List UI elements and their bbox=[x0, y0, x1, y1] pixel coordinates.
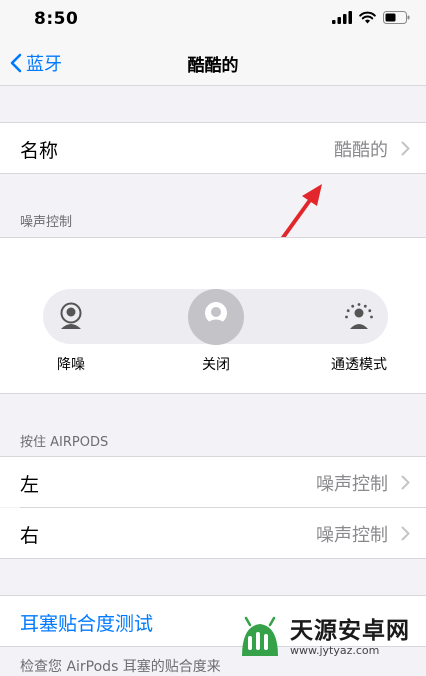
press-hold-right-label: 右 bbox=[20, 525, 40, 547]
watermark-url: www.jytyaz.com bbox=[290, 644, 380, 657]
navigation-bar: 蓝牙 酷酷的 bbox=[0, 40, 426, 86]
press-hold-header: 按住 AIRPODS bbox=[20, 435, 109, 450]
press-hold-left-row[interactable]: 左 噪声控制 bbox=[0, 456, 426, 507]
person-noise-cancel-icon bbox=[60, 302, 82, 329]
status-bar: 8:50 bbox=[0, 0, 426, 40]
battery-icon bbox=[383, 11, 410, 24]
wifi-icon bbox=[359, 11, 376, 24]
name-row-label: 名称 bbox=[20, 140, 59, 162]
noise-control-header: 噪声控制 bbox=[20, 215, 73, 230]
noise-mode-selector bbox=[43, 289, 388, 345]
chevron-right-icon bbox=[401, 526, 410, 541]
name-row-value: 酷酷的 bbox=[334, 140, 388, 161]
page-title: 酷酷的 bbox=[187, 56, 239, 76]
person-off-icon bbox=[205, 302, 227, 331]
press-hold-left-label: 左 bbox=[20, 474, 40, 496]
fit-test-description: 检查您 AirPods 耳塞的贴合度来 bbox=[20, 659, 221, 675]
transparency-mode[interactable] bbox=[331, 289, 387, 345]
person-transparency-icon bbox=[345, 303, 373, 329]
ear-tip-fit-test-link[interactable]: 耳塞贴合度测试 bbox=[20, 609, 153, 636]
noise-mode-label: 关闭 bbox=[202, 357, 230, 373]
cellular-signal-icon bbox=[332, 11, 352, 24]
press-hold-right-value: 噪声控制 bbox=[316, 525, 388, 546]
press-hold-right-row[interactable]: 右 噪声控制 bbox=[0, 508, 426, 559]
chevron-right-icon bbox=[401, 141, 410, 156]
press-hold-left-value: 噪声控制 bbox=[316, 474, 388, 495]
status-icons bbox=[332, 11, 410, 24]
name-row[interactable]: 名称 酷酷的 bbox=[0, 122, 426, 174]
noise-off-mode[interactable] bbox=[188, 289, 244, 345]
noise-cancellation-mode[interactable] bbox=[43, 289, 99, 345]
android-logo-icon bbox=[242, 616, 278, 656]
noise-control-panel: 降噪 关闭 通透模式 bbox=[0, 237, 426, 394]
noise-mode-label: 降噪 bbox=[57, 357, 85, 373]
chevron-right-icon bbox=[401, 475, 410, 490]
watermark-title: 天源安卓网 bbox=[290, 618, 410, 644]
watermark: 天源安卓网 www.jytyaz.com bbox=[236, 612, 426, 663]
noise-mode-label: 通透模式 bbox=[331, 357, 387, 373]
status-time: 8:50 bbox=[34, 9, 79, 29]
